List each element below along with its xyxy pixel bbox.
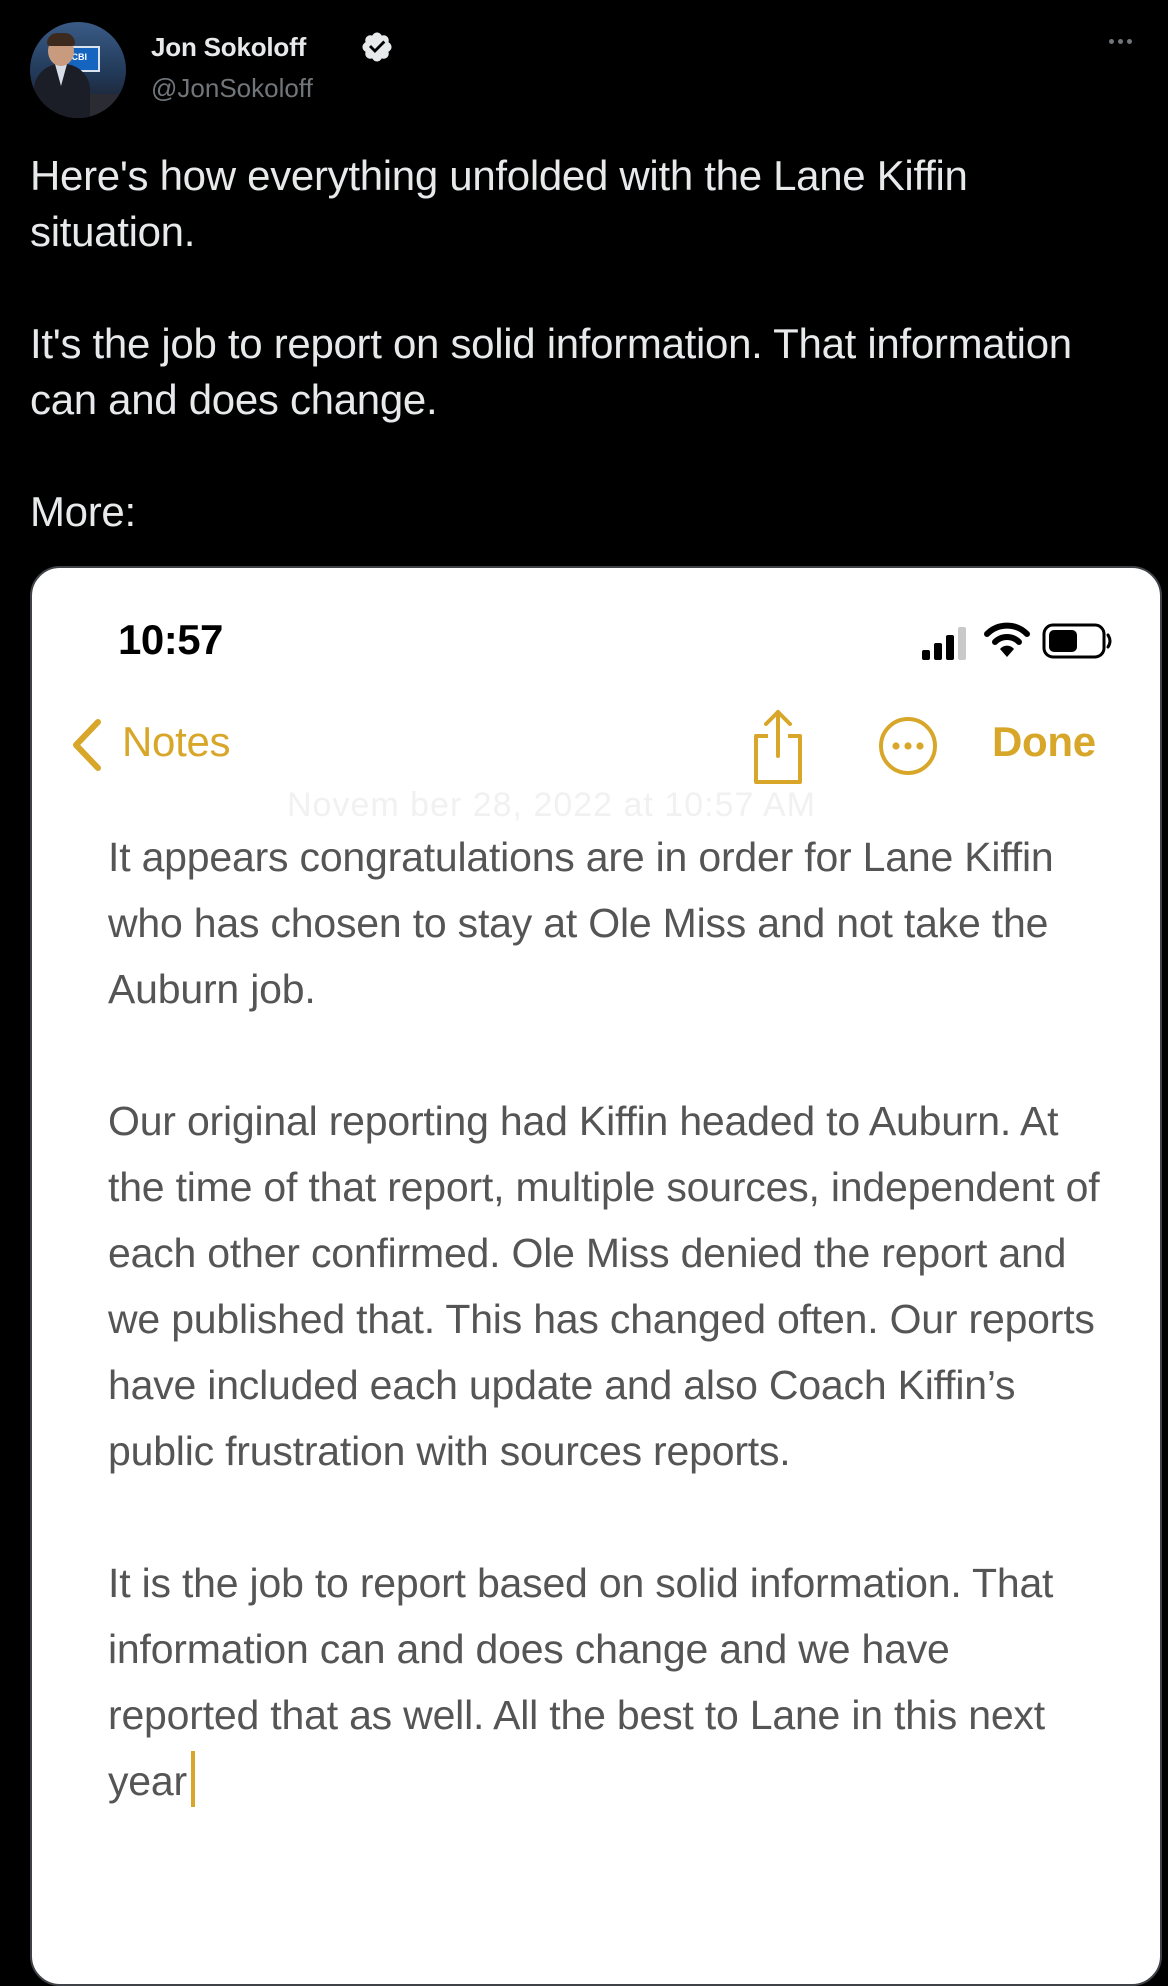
more-icon[interactable] bbox=[1100, 26, 1140, 56]
tweet-paragraph: More: bbox=[30, 488, 136, 535]
tweet-text: Here's how everything unfolded with the … bbox=[30, 148, 1120, 540]
status-bar-time: 10:57 bbox=[118, 616, 223, 663]
back-button-label[interactable]: Notes bbox=[122, 718, 231, 766]
author-name[interactable]: Jon Sokoloff bbox=[151, 32, 306, 63]
note-body[interactable]: It appears congratulations are in order … bbox=[108, 824, 1108, 1814]
note-date: Novem ber 28, 2022 at 10:57 AM bbox=[287, 786, 816, 824]
tweet-paragraph: It's the job to report on solid informat… bbox=[30, 320, 1072, 423]
ellipsis-circle-icon[interactable] bbox=[878, 716, 938, 776]
tweet-paragraph: Here's how everything unfolded with the … bbox=[30, 152, 968, 255]
wifi-icon bbox=[984, 622, 1030, 657]
notes-nav-bar: Notes Done bbox=[32, 706, 1160, 786]
tweet-header: WCBI Jon Sokoloff @JonSokoloff bbox=[30, 22, 1140, 122]
back-chevron-icon[interactable] bbox=[68, 716, 104, 774]
share-icon[interactable] bbox=[748, 706, 808, 786]
battery-icon bbox=[1042, 623, 1112, 659]
note-paragraph: Our original reporting had Kiffin headed… bbox=[108, 1098, 1100, 1474]
note-paragraph-text: It is the job to report based on solid i… bbox=[108, 1560, 1054, 1804]
avatar[interactable]: WCBI bbox=[30, 22, 126, 118]
verified-icon bbox=[362, 32, 392, 62]
text-cursor bbox=[190, 1751, 195, 1807]
done-button[interactable]: Done bbox=[992, 718, 1096, 766]
tweet-media-image[interactable]: 10:57 Notes Done Novem ber 28, 2022 at 1… bbox=[30, 566, 1162, 1986]
note-paragraph: It appears congratulations are in order … bbox=[108, 834, 1054, 1012]
author-handle[interactable]: @JonSokoloff bbox=[151, 73, 313, 104]
signal-icon bbox=[922, 627, 966, 660]
note-paragraph: It is the job to report based on solid i… bbox=[108, 1550, 1108, 1814]
